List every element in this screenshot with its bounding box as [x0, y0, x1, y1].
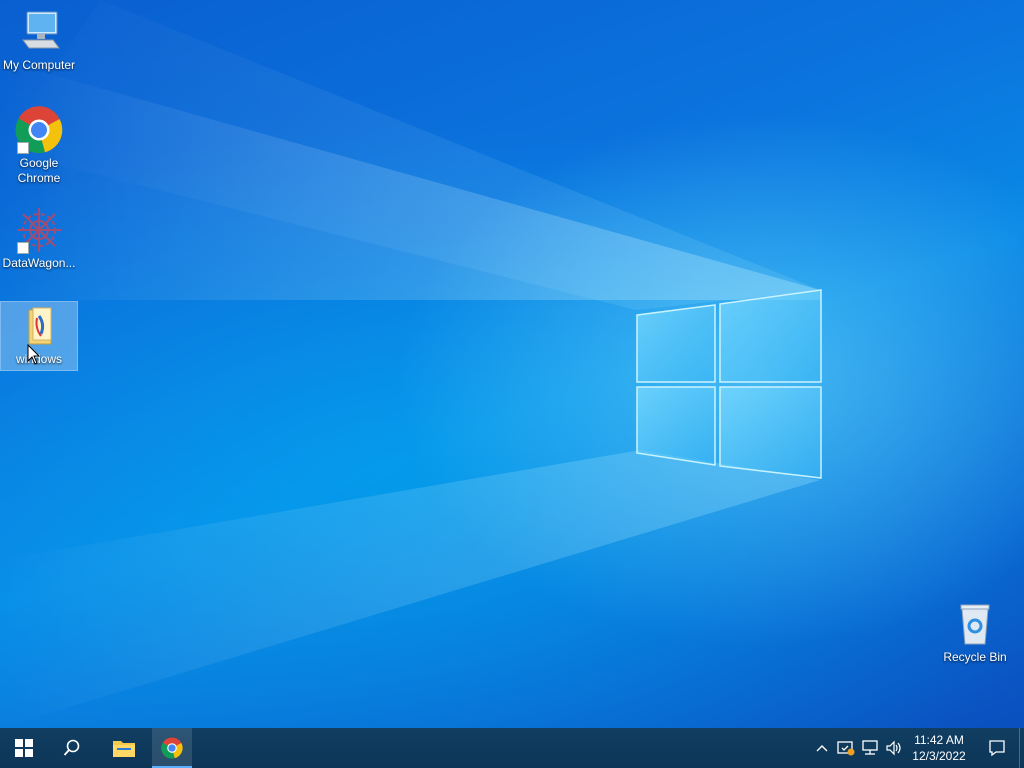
desktop-icon-label: Recycle Bin: [943, 650, 1007, 664]
recycle-bin-icon: [951, 600, 999, 648]
datawagon-icon: [15, 206, 63, 254]
shortcut-arrow-icon: [17, 242, 29, 254]
search-icon: [63, 739, 80, 756]
shortcut-arrow-icon: [17, 142, 29, 154]
network-icon: [862, 740, 878, 755]
taskbar-chrome-button[interactable]: [152, 728, 192, 768]
desktop-icon-label: Google Chrome: [17, 156, 61, 185]
show-hidden-icons-button[interactable]: [810, 728, 834, 768]
start-button[interactable]: [0, 728, 48, 768]
desktop-icon-label: My Computer: [2, 58, 76, 72]
mouse-cursor-icon: [27, 344, 41, 365]
desktop-icon-datawagon[interactable]: DataWagon...: [1, 206, 77, 271]
wallpaper-light-beams: [0, 0, 820, 728]
tray-volume-button[interactable]: [882, 728, 906, 768]
desktop[interactable]: My Computer Google Chrome DataWagon... w…: [0, 0, 1024, 728]
taskbar-file-explorer-button[interactable]: [100, 728, 148, 768]
tray-network-button[interactable]: [858, 728, 882, 768]
windows-logo-icon: [15, 739, 33, 757]
clock-time: 11:42 AM: [914, 733, 964, 747]
security-icon: [837, 741, 855, 756]
computer-icon: [15, 8, 63, 56]
desktop-icon-recycle-bin[interactable]: Recycle Bin: [937, 600, 1013, 665]
taskbar: 11:42 AM 12/3/2022: [0, 728, 1024, 768]
taskbar-clock[interactable]: 11:42 AM 12/3/2022: [904, 728, 974, 768]
desktop-icon-label: DataWagon...: [2, 256, 76, 270]
desktop-icon-my-computer[interactable]: My Computer: [1, 8, 77, 73]
volume-icon: [886, 740, 901, 756]
clock-date: 12/3/2022: [912, 749, 966, 763]
chevron-up-icon: [816, 745, 828, 752]
show-desktop-button[interactable]: [1019, 728, 1024, 768]
chrome-icon: [161, 737, 183, 759]
desktop-icon-google-chrome[interactable]: Google Chrome: [1, 106, 77, 186]
tray-security-button[interactable]: [834, 728, 858, 768]
folder-icon: [15, 302, 63, 350]
action-center-button[interactable]: [976, 728, 1018, 768]
file-explorer-icon: [113, 741, 135, 757]
search-button[interactable]: [48, 728, 96, 768]
wallpaper-windows-logo: [636, 289, 822, 479]
chrome-icon: [15, 106, 63, 154]
notification-icon: [989, 740, 1005, 757]
